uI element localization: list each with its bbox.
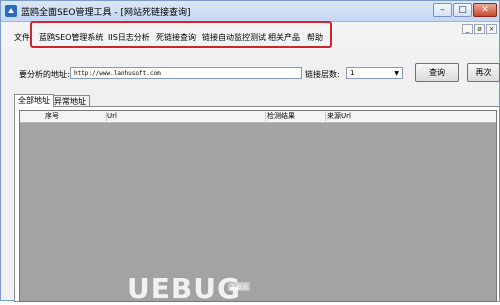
depth-value: 1 xyxy=(350,69,355,77)
column-header-source-url[interactable]: 来源Url xyxy=(327,111,351,122)
table-header: 序号 Url 检测结果 来源Url xyxy=(20,111,496,123)
address-input[interactable]: http://www.lanhusoft.com xyxy=(70,67,302,79)
column-separator xyxy=(325,112,326,121)
column-header-index[interactable]: 序号 xyxy=(45,111,59,122)
results-table[interactable]: 序号 Url 检测结果 来源Url xyxy=(19,110,497,302)
address-label: 要分析的地址: xyxy=(19,70,70,79)
minimize-button[interactable]: – xyxy=(433,3,452,17)
mdi-minimize-button[interactable]: _ xyxy=(462,24,473,34)
query-button[interactable]: 查询 xyxy=(415,63,459,82)
title-bar: 蓝鸥全面SEO管理工具 - [网站死链接查询] – □ ✕ xyxy=(1,1,499,22)
menu-highlight-box xyxy=(30,21,332,48)
close-button[interactable]: ✕ xyxy=(473,3,497,17)
window-title: 蓝鸥全面SEO管理工具 - [网站死链接查询] xyxy=(21,8,191,18)
app-window: 蓝鸥全面SEO管理工具 - [网站死链接查询] – □ ✕ 文件 蓝鸥SEO管理… xyxy=(0,0,500,305)
menu-file[interactable]: 文件 xyxy=(14,32,30,43)
column-header-result[interactable]: 检测结果 xyxy=(267,111,295,122)
mdi-restore-button[interactable]: ø xyxy=(474,24,485,34)
watermark-subtext: 下载站 xyxy=(228,282,251,291)
column-header-url[interactable]: Url xyxy=(107,111,117,122)
maximize-button[interactable]: □ xyxy=(453,3,472,17)
mdi-close-button[interactable]: × xyxy=(486,24,497,34)
chevron-down-icon: ▼ xyxy=(394,70,399,77)
tab-all-addresses[interactable]: 全部地址 xyxy=(14,94,54,107)
depth-select[interactable]: 1 ▼ xyxy=(346,67,403,79)
depth-label: 链接层数: xyxy=(305,70,340,79)
column-separator xyxy=(265,112,266,121)
retry-button[interactable]: 再次 xyxy=(467,63,500,82)
app-icon xyxy=(5,5,17,17)
